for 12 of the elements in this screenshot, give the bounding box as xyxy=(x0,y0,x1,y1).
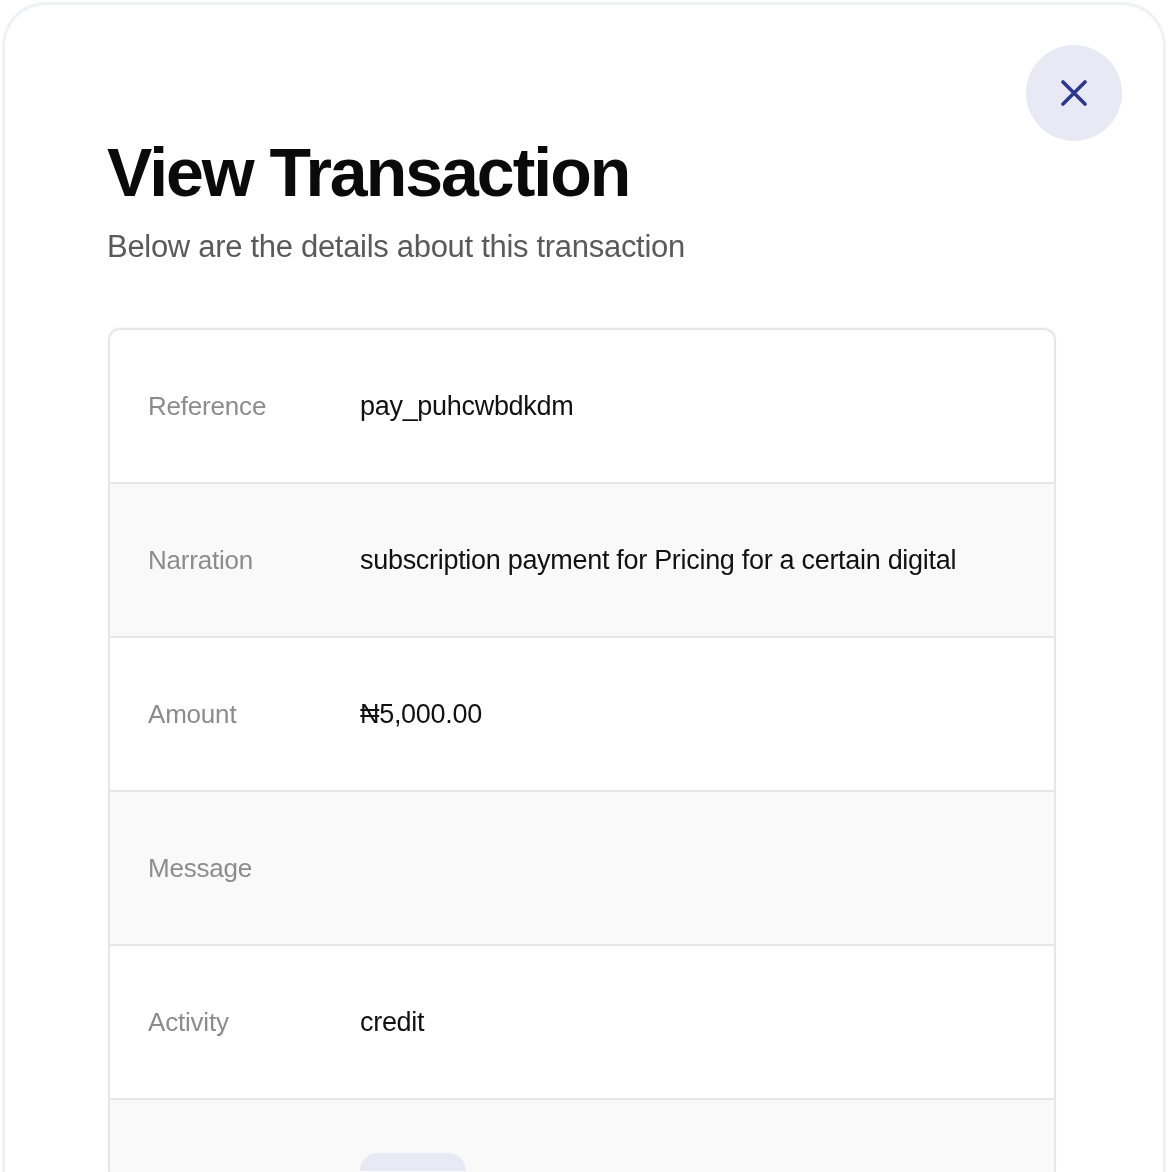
modal-subtitle: Below are the details about this transaction xyxy=(107,228,685,266)
field-value: pay_puhcwbdkdm xyxy=(360,390,574,422)
modal-title: View Transaction xyxy=(107,133,630,212)
field-label: Reference xyxy=(148,390,268,422)
field-value: ₦5,000.00 xyxy=(360,698,482,730)
field-label: Narration xyxy=(148,544,255,576)
field-label: Activity xyxy=(148,1006,230,1038)
field-value: credit xyxy=(360,1006,425,1038)
field-label: Message xyxy=(148,852,254,884)
field-label: Amount xyxy=(148,698,238,730)
close-icon xyxy=(1061,80,1087,106)
field-value: subscription payment for Pricing for a certain digital xyxy=(360,544,957,576)
